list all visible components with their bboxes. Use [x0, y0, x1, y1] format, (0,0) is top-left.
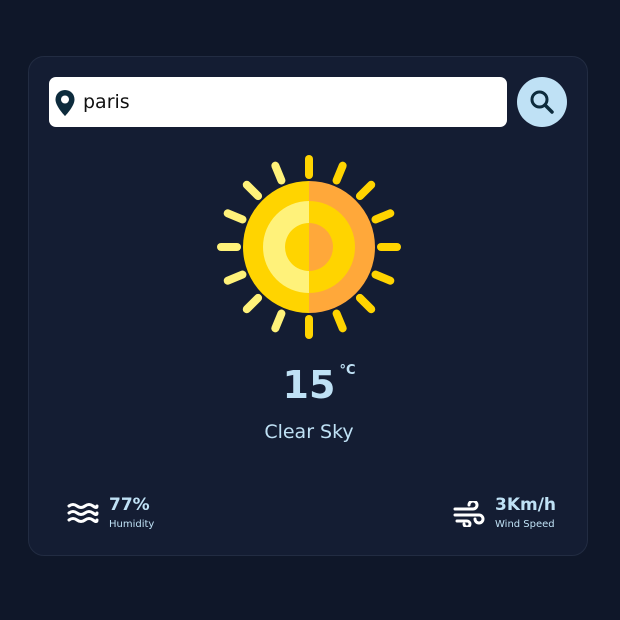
humidity-text: 77% Humidity — [109, 495, 154, 532]
sun-ray — [371, 209, 395, 224]
sun-ray — [355, 180, 376, 201]
search-box[interactable] — [49, 77, 507, 127]
temperature-unit: °C — [339, 363, 356, 378]
wind-icon — [453, 501, 485, 527]
sun-ray — [271, 161, 286, 185]
temperature-display: 15 °C — [29, 363, 589, 407]
temperature-container: 15 °C — [282, 363, 356, 407]
waves-icon — [67, 503, 99, 523]
sun-ray — [242, 180, 263, 201]
wind-label: Wind Speed — [495, 519, 555, 530]
humidity-value: 77% — [109, 495, 150, 515]
sun-icon — [217, 155, 401, 339]
weather-condition: Clear Sky — [264, 421, 354, 443]
sun-ray — [223, 209, 247, 224]
weather-card: 15 °C Clear Sky 77% Humidity 3Km/h Wind … — [28, 56, 588, 556]
sun-ray — [371, 270, 395, 285]
sun-ray — [355, 293, 376, 314]
sun-ray — [242, 293, 263, 314]
humidity-label: Humidity — [109, 519, 155, 530]
sun-ray — [223, 270, 247, 285]
city-search-input[interactable] — [83, 77, 497, 127]
wind-value: 3Km/h — [495, 495, 557, 515]
wind-text: 3Km/h Wind Speed — [495, 495, 556, 532]
sun-ray — [271, 309, 286, 333]
map-pin-icon — [55, 90, 75, 116]
sun-ray — [332, 309, 347, 333]
temperature-value: 15 — [282, 363, 336, 407]
search-icon — [530, 90, 554, 114]
search-button[interactable] — [517, 77, 567, 127]
sun-ray — [332, 161, 347, 185]
